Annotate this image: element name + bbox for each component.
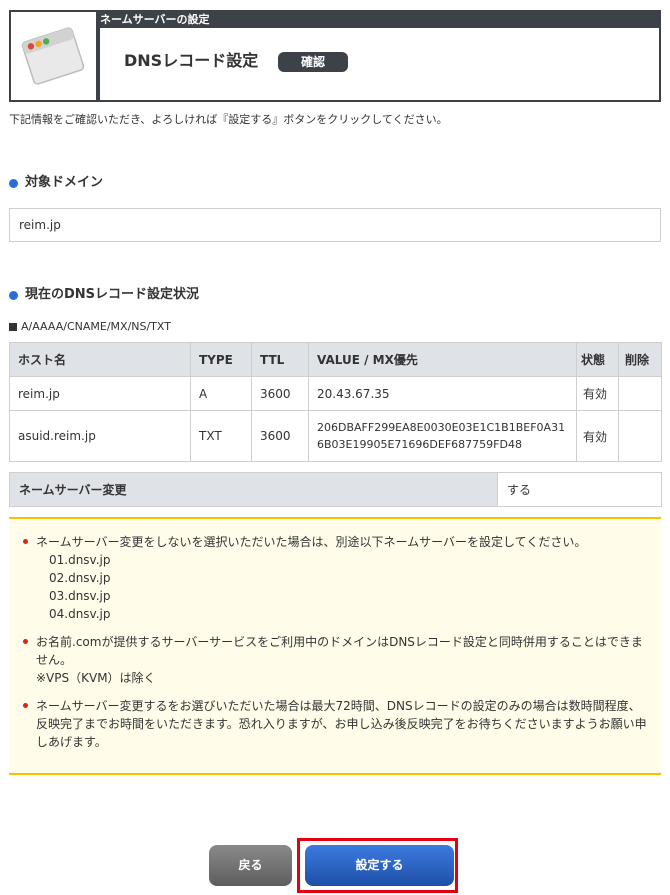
table-row: asuid.reim.jp TXT 3600 206DBAFF299EA8E00… xyxy=(9,410,662,462)
notes-box: ネームサーバー変更をしないを選択いただいた場合は、別途以下ネームサーバーを設定し… xyxy=(9,517,661,775)
red-bullet-icon xyxy=(23,639,28,644)
nameserver-item: 03.dnsv.jp xyxy=(49,589,111,603)
note-text: ネームサーバー変更するをお選びいただいた場合は最大72時間、DNSレコードの設定… xyxy=(36,699,647,749)
nameserver-change-value: する xyxy=(497,472,662,507)
target-domain-heading-text: 対象ドメイン xyxy=(25,175,104,190)
target-domain-value: reim.jp xyxy=(9,208,661,242)
col-header-delete: 削除 xyxy=(618,342,662,377)
col-header-host: ホスト名 xyxy=(9,342,191,377)
bullet-dot-icon xyxy=(9,178,18,188)
cell-value: 206DBAFF299EA8E0030E03E1C1B1BEF0A316B03E… xyxy=(308,410,577,462)
bullet-dot-icon xyxy=(9,290,18,300)
cell-ttl: 3600 xyxy=(251,376,309,411)
cell-value: 20.43.67.35 xyxy=(308,376,577,411)
nameserver-change-table: ネームサーバー変更 する xyxy=(9,472,662,507)
back-button[interactable]: 戻る xyxy=(209,845,292,886)
cell-delete xyxy=(618,376,662,411)
col-header-status: 状態 xyxy=(576,342,619,377)
record-types-text: A/AAAA/CNAME/MX/NS/TXT xyxy=(21,320,171,333)
square-bullet-icon xyxy=(9,323,17,331)
col-header-ttl: TTL xyxy=(251,342,309,377)
cell-host: asuid.reim.jp xyxy=(9,410,191,462)
cell-delete xyxy=(618,410,662,462)
instruction-text: 下記情報をご確認いただき、よろしければ『設定する』ボタンをクリックしてください。 xyxy=(9,113,448,126)
note-item: ネームサーバー変更をしないを選択いただいた場合は、別途以下ネームサーバーを設定し… xyxy=(21,533,649,623)
nameserver-item: 04.dnsv.jp xyxy=(49,607,111,621)
breadcrumb: ネームサーバーの設定 xyxy=(100,13,210,26)
note-text: ネームサーバー変更をしないを選択いただいた場合は、別途以下ネームサーバーを設定し… xyxy=(36,535,587,549)
cell-ttl: 3600 xyxy=(251,410,309,462)
col-header-type: TYPE xyxy=(190,342,252,377)
submit-button[interactable]: 設定する xyxy=(305,845,454,886)
note-text: お名前.comが提供するサーバーサービスをご利用中のドメインはDNSレコード設定… xyxy=(36,635,643,667)
note-item: ネームサーバー変更するをお選びいただいた場合は最大72時間、DNSレコードの設定… xyxy=(21,697,649,751)
header-panel: DNSレコード設定 確認 xyxy=(100,28,659,100)
note-subtext: ※VPS（KVM）は除く xyxy=(36,671,156,685)
record-types-label: A/AAAA/CNAME/MX/NS/TXT xyxy=(9,320,171,334)
table-header-row: ホスト名 TYPE TTL VALUE / MX優先 状態 削除 xyxy=(9,342,662,377)
nameserver-change-label: ネームサーバー変更 xyxy=(9,472,498,507)
browser-window-icon xyxy=(21,27,85,85)
cell-status: 有効 xyxy=(576,410,619,462)
page-title: DNSレコード設定 xyxy=(124,51,259,70)
cell-status: 有効 xyxy=(576,376,619,411)
cell-type: A xyxy=(190,376,252,411)
nameserver-item: 01.dnsv.jp xyxy=(49,553,111,567)
cell-host: reim.jp xyxy=(9,376,191,411)
dns-records-table: ホスト名 TYPE TTL VALUE / MX優先 状態 削除 reim.jp… xyxy=(9,342,662,462)
dns-status-heading: 現在のDNSレコード設定状況 xyxy=(9,286,199,304)
note-item: お名前.comが提供するサーバーサービスをご利用中のドメインはDNSレコード設定… xyxy=(21,633,649,687)
table-row: reim.jp A 3600 20.43.67.35 有効 xyxy=(9,376,662,411)
dns-status-heading-text: 現在のDNSレコード設定状況 xyxy=(25,287,200,302)
page-header: ネームサーバーの設定 DNSレコード設定 確認 xyxy=(9,10,661,102)
red-bullet-icon xyxy=(23,539,28,544)
red-bullet-icon xyxy=(23,703,28,708)
header-icon-box xyxy=(11,12,96,100)
confirm-badge: 確認 xyxy=(278,52,348,72)
nameserver-list: 01.dnsv.jp 02.dnsv.jp 03.dnsv.jp 04.dnsv… xyxy=(36,551,649,623)
cell-type: TXT xyxy=(190,410,252,462)
nameserver-item: 02.dnsv.jp xyxy=(49,571,111,585)
target-domain-heading: 対象ドメイン xyxy=(9,174,103,192)
col-header-value: VALUE / MX優先 xyxy=(308,342,577,377)
nameserver-change-row: ネームサーバー変更 する xyxy=(9,472,662,507)
